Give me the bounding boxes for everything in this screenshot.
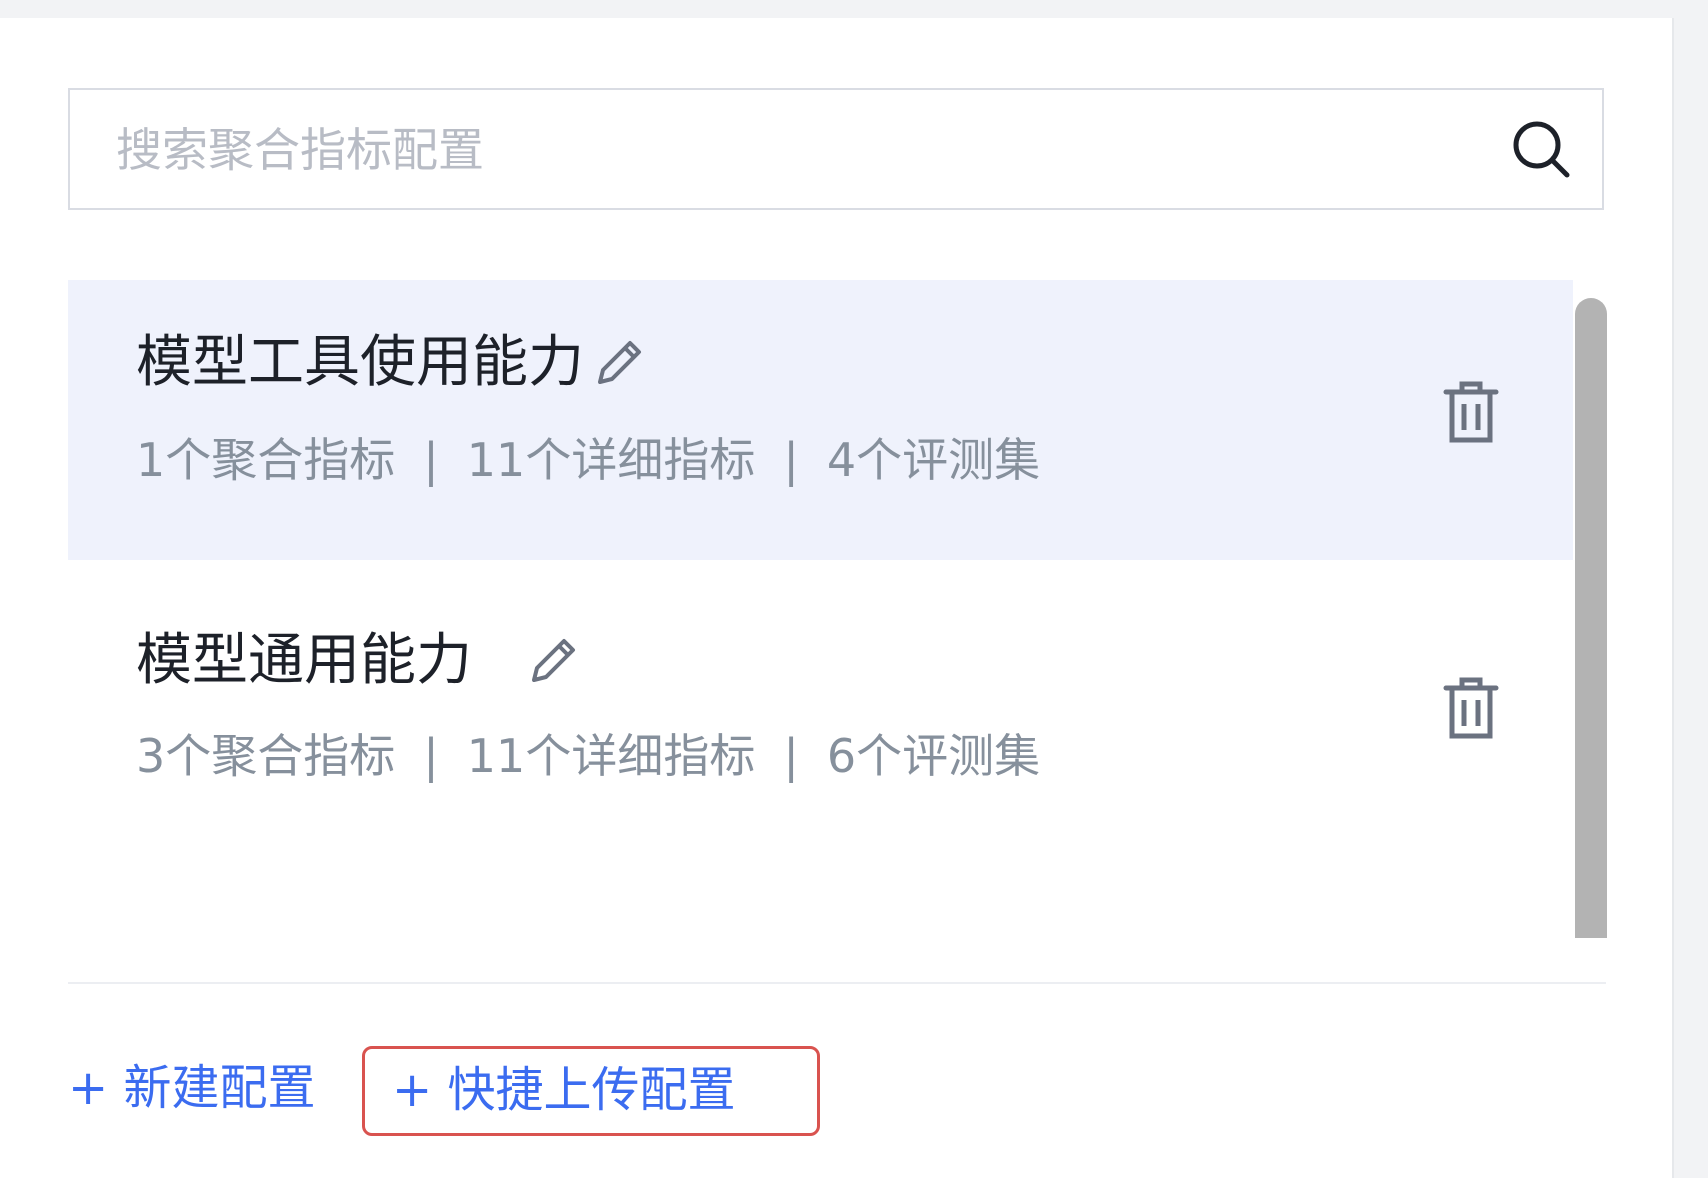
stat-aggregate: 1个聚合指标 [136,433,396,487]
search-box[interactable] [68,88,1604,210]
search-input[interactable] [114,90,1498,210]
highlight-annotation-box [362,1046,820,1136]
item-title: 模型工具使用能力 [136,330,584,395]
edit-icon[interactable] [590,334,648,392]
stat-detail: 11个详细指标 [466,433,756,487]
separator: | [783,433,799,487]
new-config-button[interactable]: + 新建配置 [68,1058,315,1118]
separator: | [783,729,799,783]
separator: | [423,729,439,783]
config-panel: 模型工具使用能力 1个聚合指标 | 11个详细指标 | 4个评测集 模型通用能力 [0,18,1674,1178]
trash-icon[interactable] [1442,380,1500,444]
stat-dataset: 4个评测集 [826,433,1041,487]
list-item[interactable]: 模型工具使用能力 1个聚合指标 | 11个详细指标 | 4个评测集 [68,280,1573,560]
item-title: 模型通用能力 [136,628,472,693]
search-icon[interactable] [1510,118,1572,180]
stat-aggregate: 3个聚合指标 [136,729,396,783]
config-list: 模型工具使用能力 1个聚合指标 | 11个详细指标 | 4个评测集 模型通用能力 [68,280,1604,936]
list-item[interactable]: 模型通用能力 3个聚合指标 | 11个详细指标 | 6个评测集 [68,580,1573,860]
separator: | [423,433,439,487]
stat-dataset: 6个评测集 [826,729,1041,783]
edit-icon[interactable] [524,632,582,690]
divider [68,982,1606,984]
stat-detail: 11个详细指标 [466,729,756,783]
scrollbar-thumb[interactable] [1575,298,1607,938]
item-stats: 3个聚合指标 | 11个详细指标 | 6个评测集 [136,726,1040,786]
trash-icon[interactable] [1442,676,1500,740]
item-stats: 1个聚合指标 | 11个详细指标 | 4个评测集 [136,430,1040,490]
